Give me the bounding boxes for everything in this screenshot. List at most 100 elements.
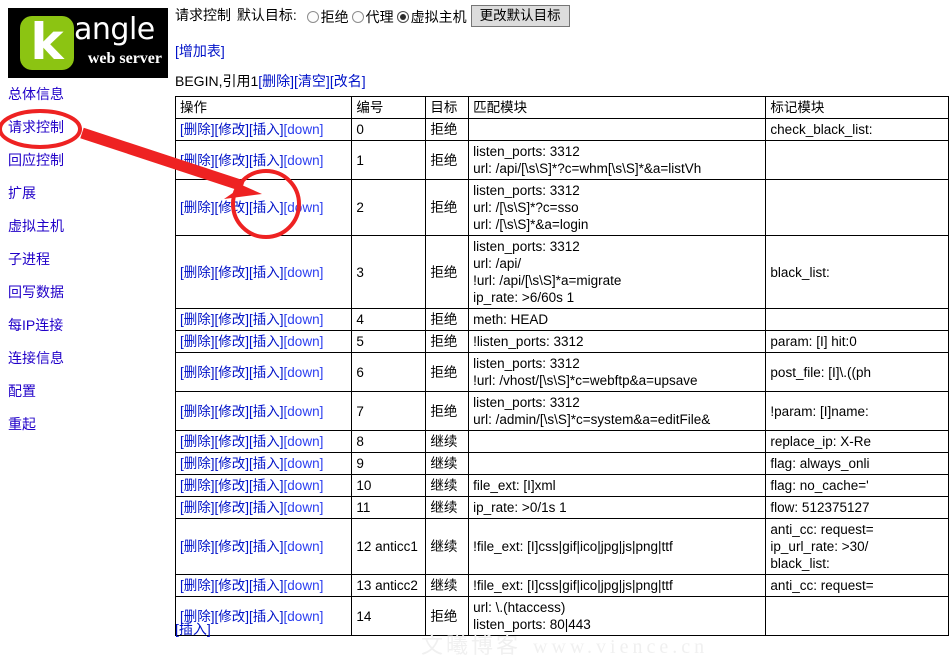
row-operations: [删除][修改][插入][down] xyxy=(176,353,352,392)
row-down-link[interactable]: [down] xyxy=(284,404,324,419)
row-down-link[interactable]: [down] xyxy=(284,122,324,137)
row-insert-link[interactable]: [插入] xyxy=(249,265,284,280)
row-match-module: listen_ports: 3312 !url: /vhost/[\s\S]*c… xyxy=(469,353,766,392)
row-down-link[interactable]: [down] xyxy=(284,200,324,215)
row-edit-link[interactable]: [修改] xyxy=(215,456,250,471)
table-row: [删除][修改][插入][down]5拒绝!listen_ports: 3312… xyxy=(176,331,949,353)
row-down-link[interactable]: [down] xyxy=(284,478,324,493)
row-delete-link[interactable]: [删除] xyxy=(180,153,215,168)
row-delete-link[interactable]: [删除] xyxy=(180,265,215,280)
row-target: 继续 xyxy=(426,519,469,575)
sidebar-item-writeback[interactable]: 回写数据 xyxy=(8,284,168,300)
row-edit-link[interactable]: [修改] xyxy=(215,539,250,554)
col-header-operation: 操作 xyxy=(176,97,352,119)
row-insert-link[interactable]: [插入] xyxy=(249,609,284,624)
row-operations: [删除][修改][插入][down] xyxy=(176,236,352,309)
row-delete-link[interactable]: [删除] xyxy=(180,539,215,554)
row-delete-link[interactable]: [删除] xyxy=(180,312,215,327)
row-insert-link[interactable]: [插入] xyxy=(249,200,284,215)
row-insert-link[interactable]: [插入] xyxy=(249,312,284,327)
row-down-link[interactable]: [down] xyxy=(284,434,324,449)
row-insert-link[interactable]: [插入] xyxy=(249,578,284,593)
row-delete-link[interactable]: [删除] xyxy=(180,500,215,515)
row-match-module: ip_rate: >0/1s 1 xyxy=(469,497,766,519)
insert-row-link[interactable]: [插入] xyxy=(175,621,211,637)
row-mark-module: flag: always_onli xyxy=(766,453,949,475)
row-insert-link[interactable]: [插入] xyxy=(249,365,284,380)
row-down-link[interactable]: [down] xyxy=(284,153,324,168)
row-down-link[interactable]: [down] xyxy=(284,500,324,515)
sidebar-item-restart[interactable]: 重起 xyxy=(8,416,168,432)
row-edit-link[interactable]: [修改] xyxy=(215,334,250,349)
table-rename-link[interactable]: [改名] xyxy=(330,73,366,89)
main-content: 请求控制 默认目标: 拒绝代理虚拟主机更改默认目标 [增加表] BEGIN,引用… xyxy=(175,0,949,664)
row-insert-link[interactable]: [插入] xyxy=(249,122,284,137)
row-edit-link[interactable]: [修改] xyxy=(215,404,250,419)
row-delete-link[interactable]: [删除] xyxy=(180,200,215,215)
row-edit-link[interactable]: [修改] xyxy=(215,312,250,327)
sidebar-item-extension[interactable]: 扩展 xyxy=(8,185,168,201)
radio-deny-label: 拒绝 xyxy=(321,9,349,25)
row-down-link[interactable]: [down] xyxy=(284,365,324,380)
row-match-module: listen_ports: 3312 url: /api/ !url: /api… xyxy=(469,236,766,309)
radio-vhost[interactable] xyxy=(397,11,409,23)
row-down-link[interactable]: [down] xyxy=(284,456,324,471)
row-edit-link[interactable]: [修改] xyxy=(215,200,250,215)
row-target: 继续 xyxy=(426,575,469,597)
table-delete-link[interactable]: [删除] xyxy=(258,73,294,89)
row-delete-link[interactable]: [删除] xyxy=(180,365,215,380)
sidebar-item-subprocess[interactable]: 子进程 xyxy=(8,251,168,267)
row-mark-module: anti_cc: request= xyxy=(766,575,949,597)
row-insert-link[interactable]: [插入] xyxy=(249,539,284,554)
row-edit-link[interactable]: [修改] xyxy=(215,500,250,515)
row-mark-module: !param: [I]name: xyxy=(766,392,949,431)
row-edit-link[interactable]: [修改] xyxy=(215,609,250,624)
row-mark-module xyxy=(766,180,949,236)
row-delete-link[interactable]: [删除] xyxy=(180,122,215,137)
sidebar-item-response-control[interactable]: 回应控制 xyxy=(8,152,168,168)
row-insert-link[interactable]: [插入] xyxy=(249,434,284,449)
row-insert-link[interactable]: [插入] xyxy=(249,334,284,349)
add-table-link[interactable]: [增加表] xyxy=(175,43,225,59)
row-down-link[interactable]: [down] xyxy=(284,539,324,554)
row-insert-link[interactable]: [插入] xyxy=(249,153,284,168)
row-insert-link[interactable]: [插入] xyxy=(249,500,284,515)
radio-proxy[interactable] xyxy=(352,11,364,23)
sidebar-item-vhost[interactable]: 虚拟主机 xyxy=(8,218,168,234)
table-row: [删除][修改][插入][down]13 anticc2继续!file_ext:… xyxy=(176,575,949,597)
row-delete-link[interactable]: [删除] xyxy=(180,478,215,493)
row-edit-link[interactable]: [修改] xyxy=(215,122,250,137)
row-match-module: !file_ext: [I]css|gif|ico|jpg|js|png|ttf xyxy=(469,575,766,597)
row-delete-link[interactable]: [删除] xyxy=(180,456,215,471)
row-delete-link[interactable]: [删除] xyxy=(180,404,215,419)
row-insert-link[interactable]: [插入] xyxy=(249,404,284,419)
row-down-link[interactable]: [down] xyxy=(284,265,324,280)
row-edit-link[interactable]: [修改] xyxy=(215,153,250,168)
row-edit-link[interactable]: [修改] xyxy=(215,365,250,380)
row-delete-link[interactable]: [删除] xyxy=(180,334,215,349)
row-down-link[interactable]: [down] xyxy=(284,609,324,624)
radio-deny[interactable] xyxy=(307,11,319,23)
row-mark-module xyxy=(766,309,949,331)
table-clear-link[interactable]: [清空] xyxy=(294,73,330,89)
row-down-link[interactable]: [down] xyxy=(284,334,324,349)
sidebar-item-request-control[interactable]: 请求控制 xyxy=(8,119,168,135)
change-default-target-button[interactable]: 更改默认目标 xyxy=(471,5,570,27)
row-edit-link[interactable]: [修改] xyxy=(215,434,250,449)
table-row: [删除][修改][插入][down]6拒绝listen_ports: 3312 … xyxy=(176,353,949,392)
sidebar-item-overview[interactable]: 总体信息 xyxy=(8,86,168,102)
row-edit-link[interactable]: [修改] xyxy=(215,578,250,593)
row-down-link[interactable]: [down] xyxy=(284,578,324,593)
row-insert-link[interactable]: [插入] xyxy=(249,456,284,471)
sidebar-item-per-ip-connection[interactable]: 每IP连接 xyxy=(8,317,168,333)
row-down-link[interactable]: [down] xyxy=(284,312,324,327)
default-target-toolbar: 请求控制 默认目标: 拒绝代理虚拟主机更改默认目标 xyxy=(175,5,570,27)
row-delete-link[interactable]: [删除] xyxy=(180,434,215,449)
sidebar-item-config[interactable]: 配置 xyxy=(8,383,168,399)
rules-table-body: [删除][修改][插入][down]0拒绝check_black_list:[删… xyxy=(176,119,949,636)
row-delete-link[interactable]: [删除] xyxy=(180,578,215,593)
row-edit-link[interactable]: [修改] xyxy=(215,265,250,280)
row-insert-link[interactable]: [插入] xyxy=(249,478,284,493)
sidebar-item-connection-info[interactable]: 连接信息 xyxy=(8,350,168,366)
row-edit-link[interactable]: [修改] xyxy=(215,478,250,493)
